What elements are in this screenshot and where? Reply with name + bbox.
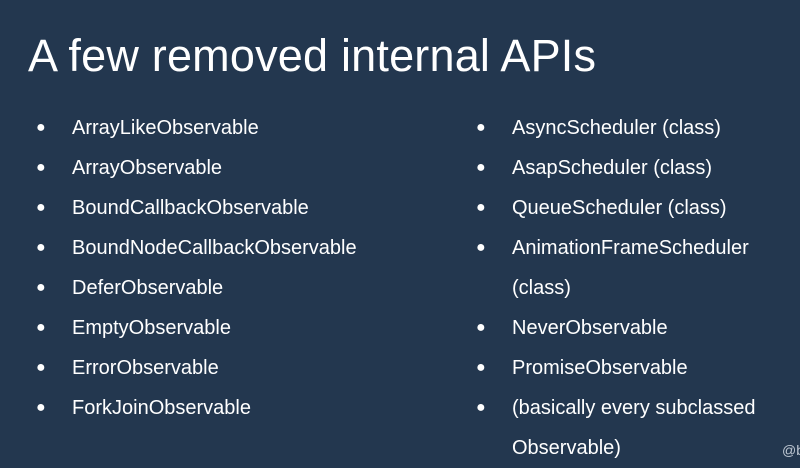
list-item-text: ErrorObservable <box>72 357 219 379</box>
list-item: ● EmptyObservable <box>34 308 454 348</box>
bullet-icon: ● <box>476 239 486 256</box>
list-item: ● NeverObservable <box>474 308 794 348</box>
list-item-text: ForkJoinObservable <box>72 397 251 419</box>
list-item: ● DeferObservable <box>34 268 454 308</box>
list-item: ● (basically every subclassed Observable) <box>474 388 794 468</box>
list-item-text: NeverObservable <box>512 317 668 339</box>
author-credit: @b <box>782 442 800 458</box>
bullet-icon: ● <box>476 199 486 216</box>
list-item: ● ErrorObservable <box>34 348 454 388</box>
list-item: ● ForkJoinObservable <box>34 388 454 428</box>
list-item: ● QueueScheduler (class) <box>474 188 794 228</box>
list-item-text: QueueScheduler (class) <box>512 197 727 219</box>
bullet-icon: ● <box>36 319 46 336</box>
list-item: ● AsapScheduler (class) <box>474 148 794 188</box>
slide-title: A few removed internal APIs <box>28 30 597 81</box>
left-bullet-list: ● ArrayLikeObservable ● ArrayObservable ● B… <box>34 108 454 428</box>
list-item-text: ArrayLikeObservable <box>72 117 259 139</box>
list-item-text: ArrayObservable <box>72 157 223 179</box>
bullet-icon: ● <box>36 119 46 136</box>
bullet-icon: ● <box>476 159 486 176</box>
bullet-icon: ● <box>36 159 46 176</box>
list-item: ● PromiseObservable <box>474 348 794 388</box>
list-item: ● ArrayLikeObservable <box>34 108 454 148</box>
list-item: ● AnimationFrameScheduler (class) <box>474 228 794 308</box>
list-item-text: DeferObservable <box>72 277 224 299</box>
bullet-icon: ● <box>476 319 486 336</box>
bullet-icon: ● <box>36 359 46 376</box>
bullet-icon: ● <box>476 359 486 376</box>
bullet-icon: ● <box>36 279 46 296</box>
list-item-text: AsyncScheduler (class) <box>512 117 721 139</box>
list-item: ● AsyncScheduler (class) <box>474 108 794 148</box>
bullet-icon: ● <box>36 239 46 256</box>
list-item-text: AsapScheduler (class) <box>512 157 713 179</box>
list-item: ● BoundCallbackObservable <box>34 188 454 228</box>
slide: A few removed internal APIs ● ArrayLikeOb… <box>0 0 800 468</box>
bullet-icon: ● <box>476 119 486 136</box>
list-item-text: (basically every subclassed Observable) <box>512 397 756 459</box>
list-item-text: PromiseObservable <box>512 357 688 379</box>
bullet-icon: ● <box>476 399 486 416</box>
right-bullet-list: ● AsyncScheduler (class) ● AsapScheduler (… <box>474 108 794 468</box>
list-item-text: EmptyObservable <box>72 317 231 339</box>
list-item-text: AnimationFrameScheduler (class) <box>512 237 749 299</box>
list-item: ● BoundNodeCallbackObservable <box>34 228 454 268</box>
bullet-icon: ● <box>36 199 46 216</box>
list-item-text: BoundCallbackObservable <box>72 197 309 219</box>
list-item: ● ArrayObservable <box>34 148 454 188</box>
bullet-icon: ● <box>36 399 46 416</box>
list-item-text: BoundNodeCallbackObservable <box>72 237 357 259</box>
